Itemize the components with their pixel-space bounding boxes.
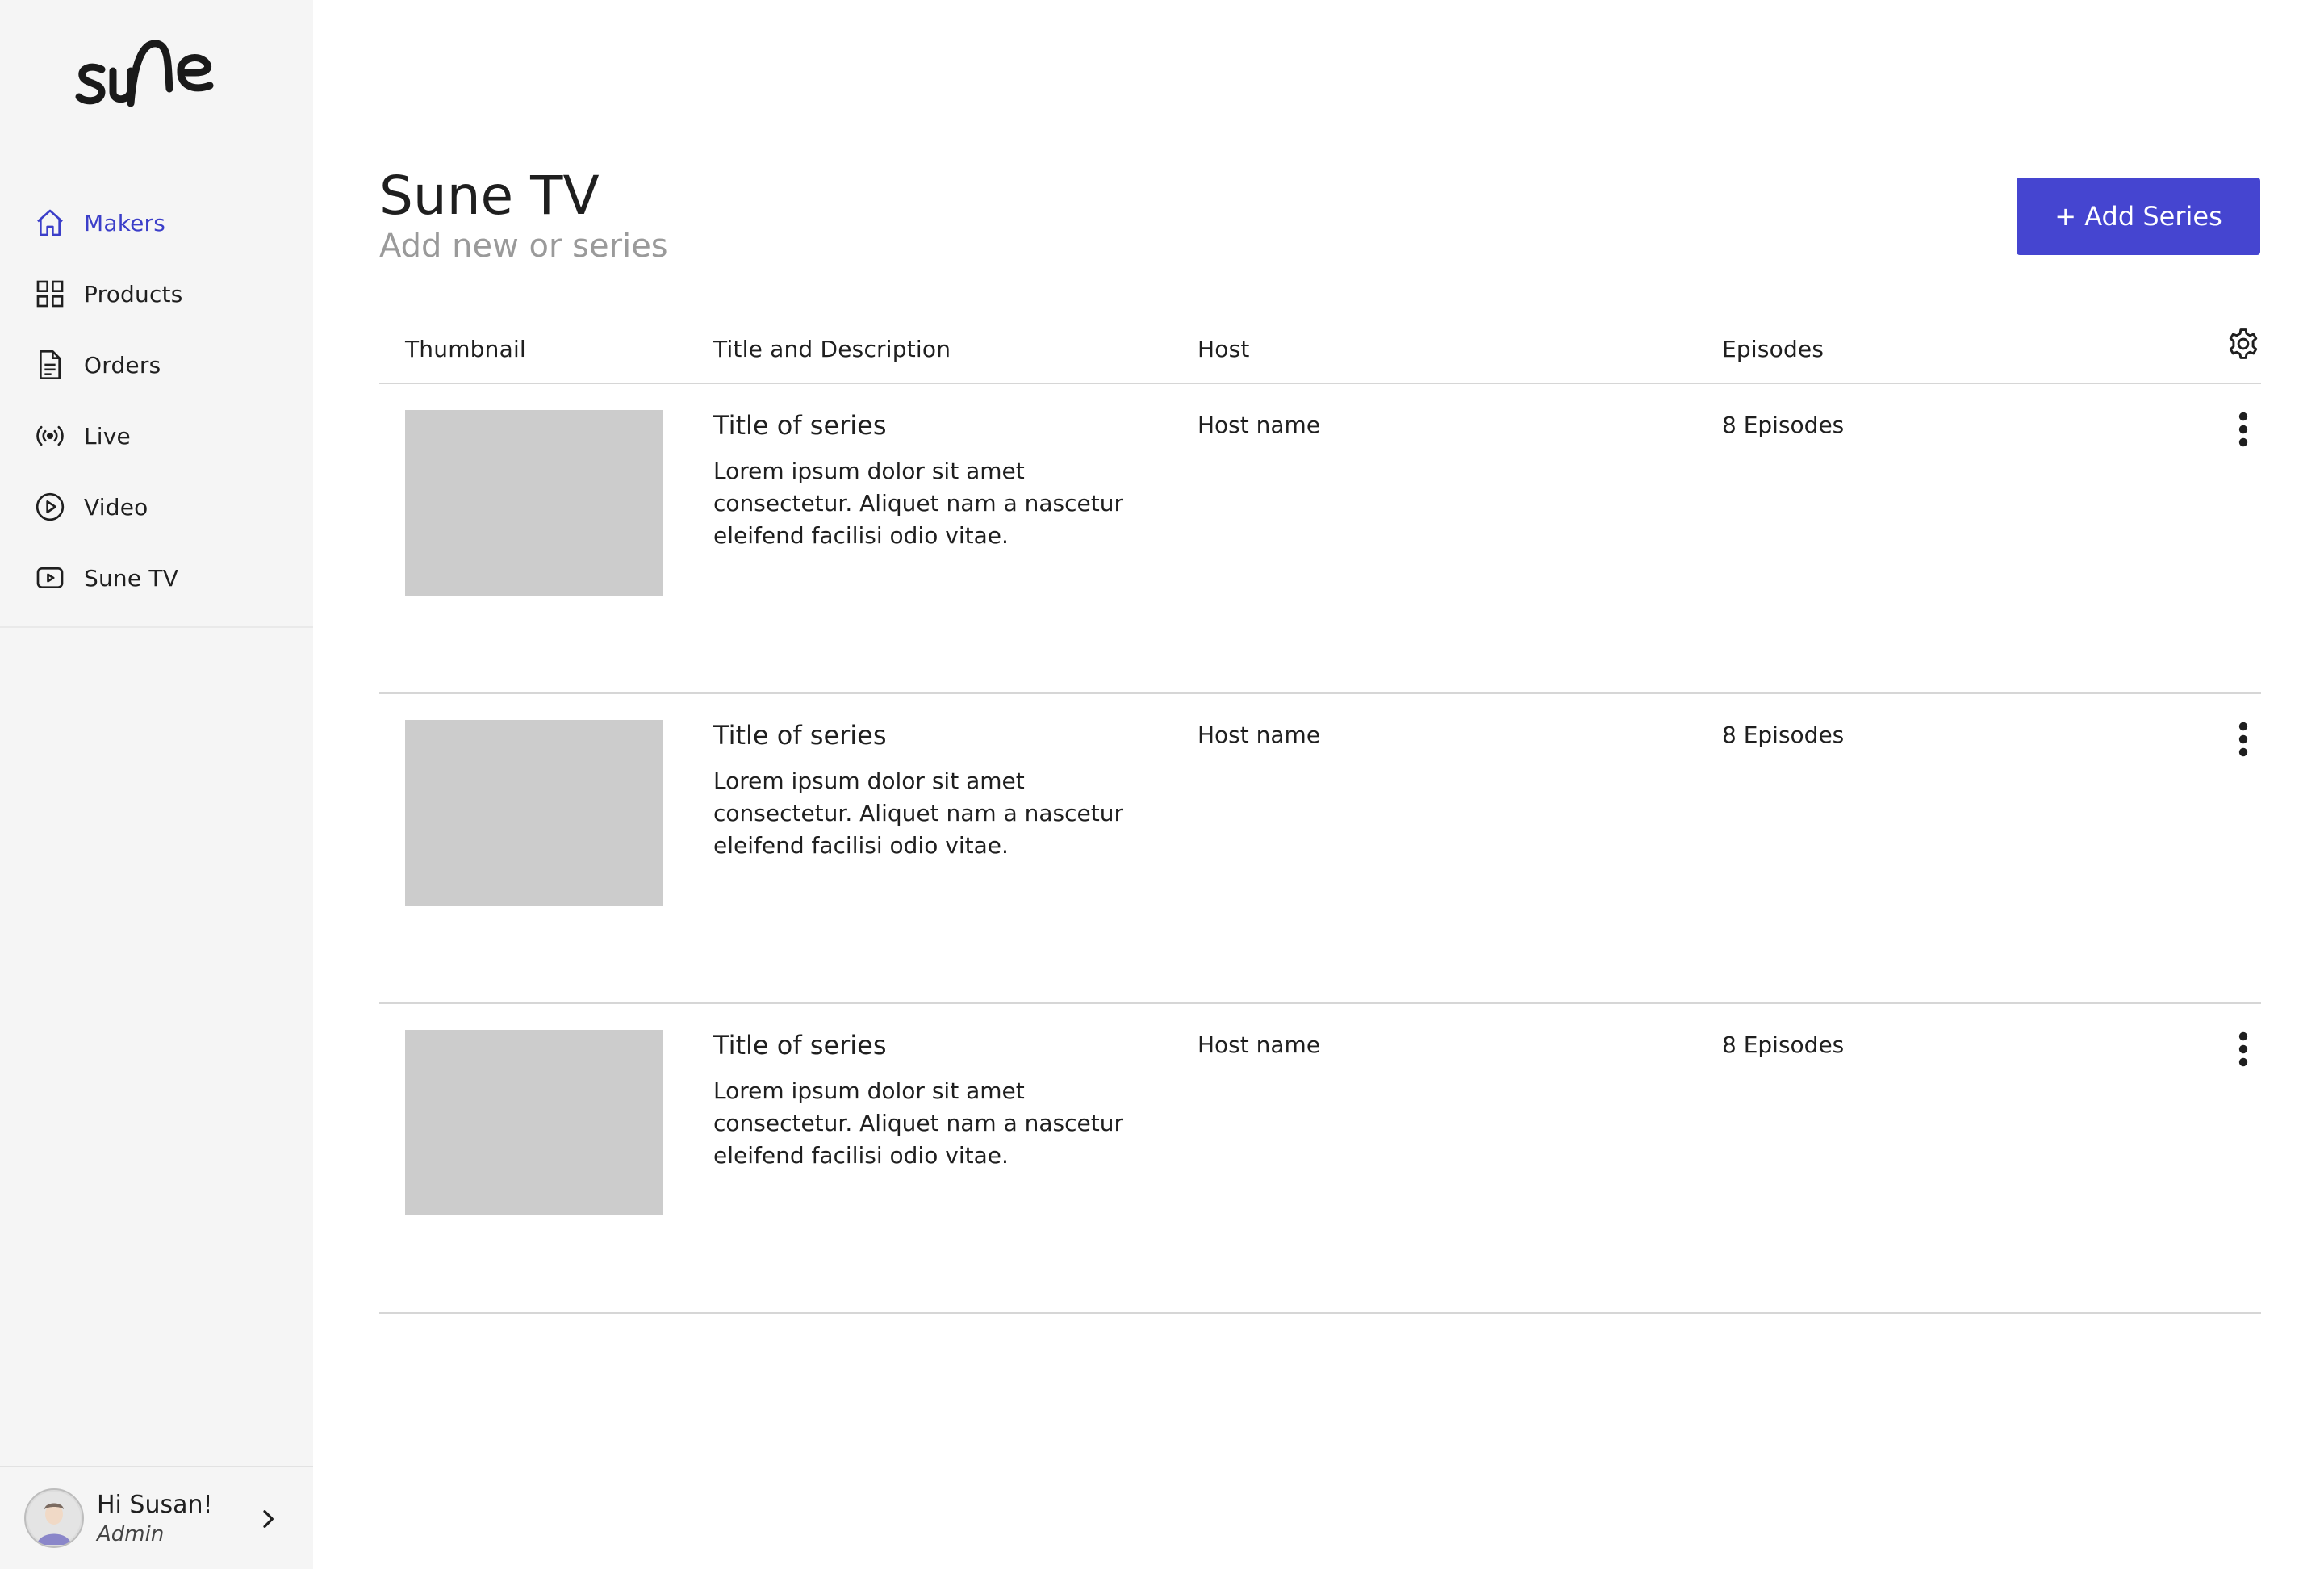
series-thumbnail[interactable] xyxy=(405,410,663,596)
series-table: Thumbnail Title and Description Host Epi… xyxy=(379,323,2261,1314)
sidebar-item-makers[interactable]: Makers xyxy=(0,187,313,258)
column-header-host[interactable]: Host xyxy=(1198,336,1250,362)
series-title: Title of series xyxy=(713,720,887,751)
main-content: Sune TV Add new or series + Add Series T… xyxy=(313,0,2324,1569)
sidebar-item-label: Products xyxy=(84,280,183,308)
home-icon xyxy=(32,205,68,241)
user-text: Hi Susan! Admin xyxy=(97,1491,213,1546)
sidebar-item-label: Sune TV xyxy=(84,564,179,592)
avatar-illustration xyxy=(27,1492,81,1545)
broadcast-icon xyxy=(32,418,68,454)
sidebar-item-label: Live xyxy=(84,422,131,450)
play-circle-icon xyxy=(32,489,68,525)
user-greeting: Hi Susan! xyxy=(97,1490,213,1519)
user-role: Admin xyxy=(97,1521,165,1546)
sune-logo[interactable] xyxy=(74,32,244,109)
more-options-icon[interactable] xyxy=(2230,722,2256,757)
sidebar-item-sune-tv[interactable]: Sune TV xyxy=(0,542,313,613)
grid-icon xyxy=(32,276,68,312)
series-episodes: 8 Episodes xyxy=(1722,412,1845,438)
series-description: Lorem ipsum dolor sit amet consectetur. … xyxy=(713,768,1123,859)
tv-play-icon xyxy=(32,560,68,596)
table-header: Thumbnail Title and Description Host Epi… xyxy=(379,323,2261,384)
series-description: Lorem ipsum dolor sit amet consectetur. … xyxy=(713,458,1123,549)
series-title: Title of series xyxy=(713,410,887,441)
column-header-thumbnail[interactable]: Thumbnail xyxy=(405,336,526,362)
table-row[interactable]: Title of series Lorem ipsum dolor sit am… xyxy=(379,694,2261,1004)
page-title: Sune TV xyxy=(379,165,600,227)
more-options-icon[interactable] xyxy=(2230,412,2256,447)
sidebar-item-label: Orders xyxy=(84,351,161,379)
avatar xyxy=(24,1488,84,1548)
series-host: Host name xyxy=(1198,1031,1321,1058)
sidebar-item-orders[interactable]: Orders xyxy=(0,329,313,400)
document-icon xyxy=(32,347,68,383)
sidebar-item-label: Video xyxy=(84,493,148,521)
series-description: Lorem ipsum dolor sit amet consectetur. … xyxy=(713,1077,1123,1169)
sidebar-item-live[interactable]: Live xyxy=(0,400,313,471)
sidebar: Makers Products Orders Live Video Sune T… xyxy=(0,0,313,1569)
table-row[interactable]: Title of series Lorem ipsum dolor sit am… xyxy=(379,384,2261,694)
more-options-icon[interactable] xyxy=(2230,1031,2256,1067)
user-profile[interactable]: Hi Susan! Admin xyxy=(0,1466,313,1569)
page-subtitle: Add new or series xyxy=(379,228,668,265)
series-episodes: 8 Episodes xyxy=(1722,722,1845,748)
gear-icon[interactable] xyxy=(2226,326,2261,362)
series-thumbnail[interactable] xyxy=(405,720,663,906)
series-episodes: 8 Episodes xyxy=(1722,1031,1845,1058)
sidebar-item-label: Makers xyxy=(84,209,166,236)
chevron-right-icon[interactable] xyxy=(255,1506,281,1532)
sidebar-divider xyxy=(0,626,313,628)
sidebar-item-video[interactable]: Video xyxy=(0,471,313,542)
sidebar-item-products[interactable]: Products xyxy=(0,258,313,329)
app-root: Makers Products Orders Live Video Sune T… xyxy=(0,0,2324,1569)
series-title: Title of series xyxy=(713,1030,887,1061)
series-thumbnail[interactable] xyxy=(405,1030,663,1215)
column-header-title-description[interactable]: Title and Description xyxy=(713,336,951,362)
add-series-button[interactable]: + Add Series xyxy=(2017,178,2260,255)
table-row[interactable]: Title of series Lorem ipsum dolor sit am… xyxy=(379,1004,2261,1314)
sidebar-nav: Makers Products Orders Live Video Sune T… xyxy=(0,187,313,613)
series-host: Host name xyxy=(1198,412,1321,438)
column-header-episodes[interactable]: Episodes xyxy=(1722,336,1824,362)
series-host: Host name xyxy=(1198,722,1321,748)
